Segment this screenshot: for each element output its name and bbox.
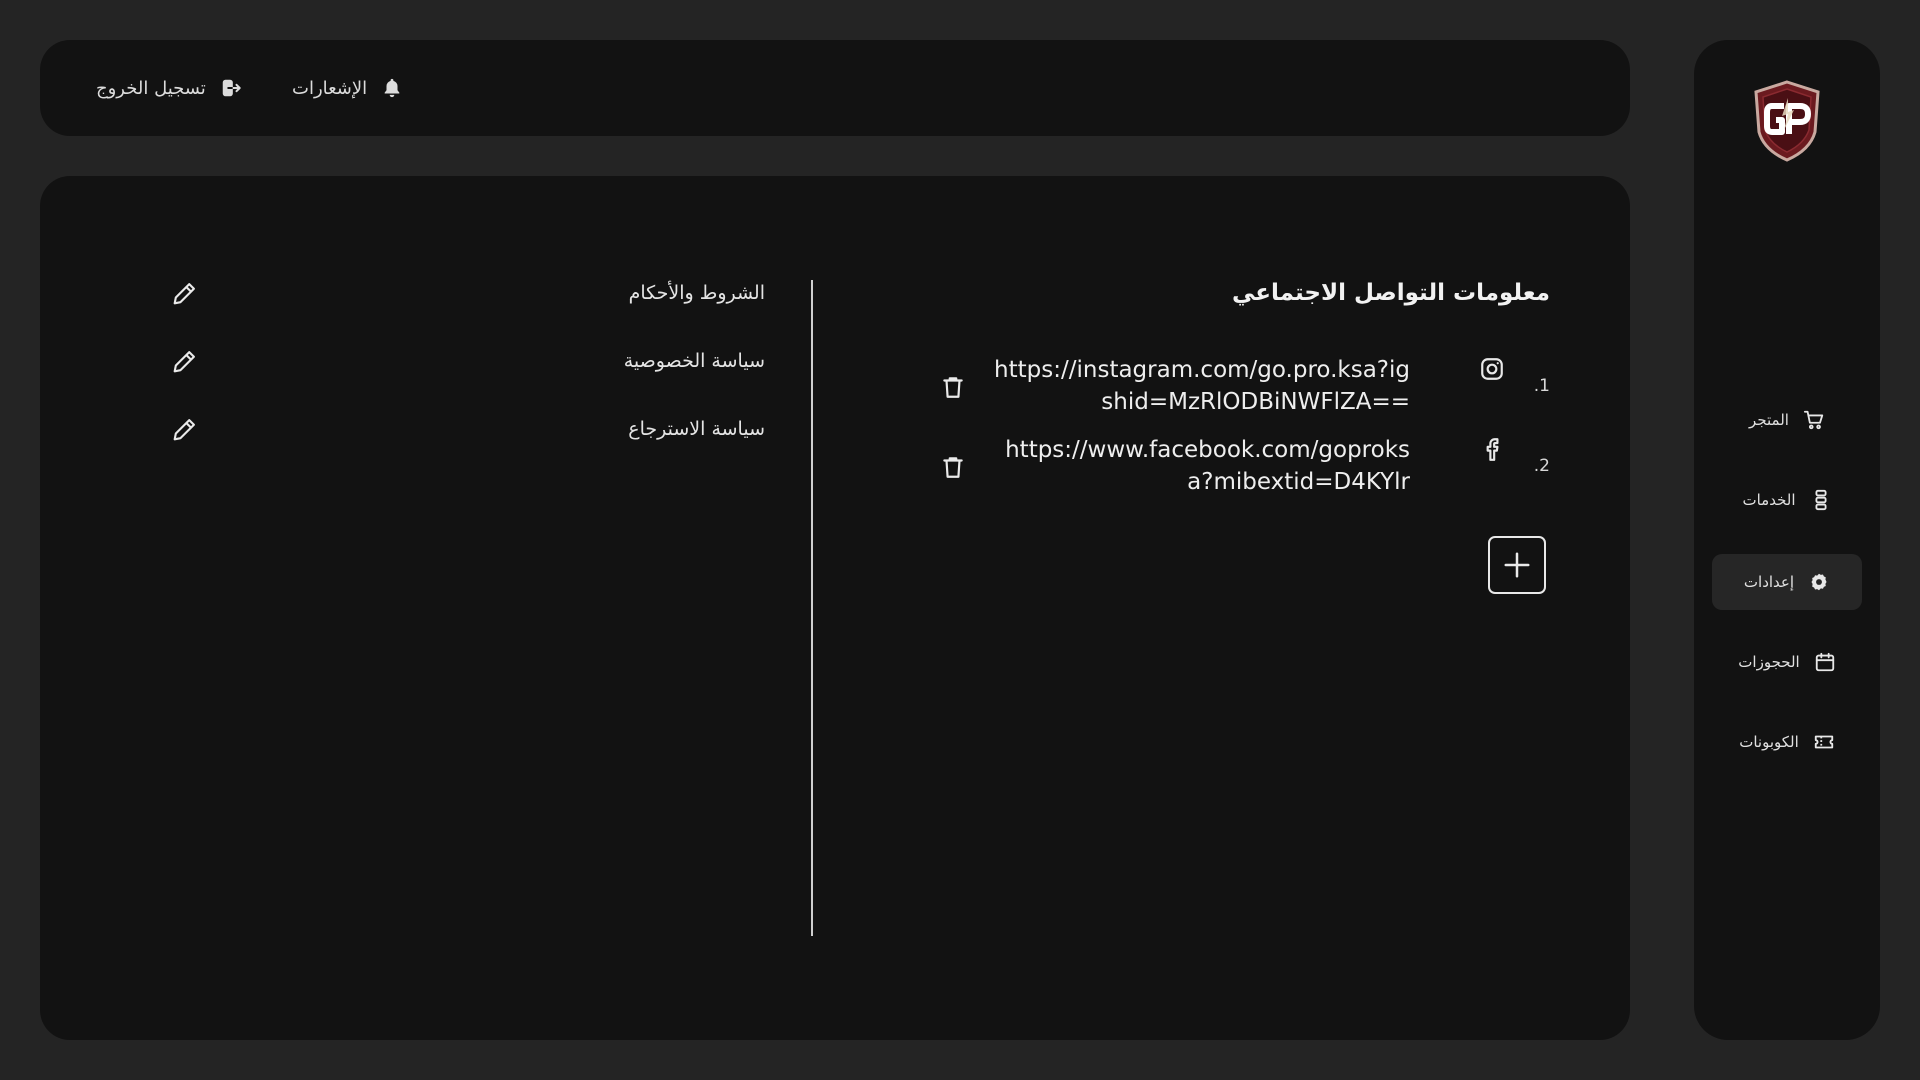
ticket-icon bbox=[1813, 731, 1835, 753]
plus-icon bbox=[1502, 550, 1532, 580]
sidebar-item-services[interactable]: الخدمات bbox=[1712, 472, 1862, 528]
logout-button[interactable]: تسجيل الخروج bbox=[96, 40, 242, 136]
social-url: https://www.facebook.com/goproksa?mibext… bbox=[1005, 437, 1410, 495]
gp-logo[interactable] bbox=[1752, 80, 1822, 162]
sidebar-item-label: المتجر bbox=[1749, 411, 1789, 429]
sidebar: المتجر الخدمات إعدادات الحجوزات الكوبونا… bbox=[1694, 40, 1880, 1040]
pencil-icon[interactable] bbox=[170, 348, 198, 376]
calendar-icon bbox=[1814, 651, 1836, 673]
row-number: .2 bbox=[1533, 456, 1550, 476]
trash-icon[interactable] bbox=[940, 454, 966, 480]
sidebar-item-store[interactable]: المتجر bbox=[1712, 392, 1862, 448]
cart-icon bbox=[1803, 409, 1825, 431]
section-divider bbox=[811, 280, 813, 936]
row-number: .1 bbox=[1533, 376, 1550, 396]
sidebar-item-label: إعدادات bbox=[1743, 573, 1795, 591]
social-link-row: .1 https://instagram.com/go.pro.ksa?igsh… bbox=[940, 354, 1550, 434]
social-url: https://instagram.com/go.pro.ksa?igshid=… bbox=[994, 357, 1410, 415]
sidebar-item-label: الحجوزات bbox=[1738, 653, 1800, 671]
sidebar-item-settings[interactable]: إعدادات bbox=[1712, 554, 1862, 610]
sidebar-item-label: الكوبونات bbox=[1739, 733, 1799, 751]
facebook-icon bbox=[1479, 436, 1505, 462]
policy-label: الشروط والأحكام bbox=[628, 282, 765, 304]
sidebar-item-label: الخدمات bbox=[1742, 491, 1796, 509]
add-social-link-button[interactable] bbox=[1488, 536, 1546, 594]
bell-icon bbox=[381, 77, 403, 99]
social-section-title: معلومات التواصل الاجتماعي bbox=[1231, 280, 1550, 306]
pencil-icon[interactable] bbox=[170, 280, 198, 308]
social-link-row: .2 https://www.facebook.com/goproksa?mib… bbox=[940, 434, 1550, 514]
settings-panel: معلومات التواصل الاجتماعي .1 https://ins… bbox=[40, 176, 1630, 1040]
sidebar-item-bookings[interactable]: الحجوزات bbox=[1712, 634, 1862, 690]
logout-icon bbox=[220, 77, 242, 99]
instagram-icon bbox=[1479, 356, 1505, 382]
logout-label: تسجيل الخروج bbox=[96, 77, 206, 99]
policy-label: سياسة الاسترجاع bbox=[628, 418, 765, 440]
policy-row-refund: سياسة الاسترجاع bbox=[170, 412, 765, 452]
server-icon bbox=[1810, 489, 1832, 511]
sidebar-item-coupons[interactable]: الكوبونات bbox=[1712, 714, 1862, 770]
policy-row-privacy: سياسة الخصوصية bbox=[170, 344, 765, 384]
trash-icon[interactable] bbox=[940, 374, 966, 400]
policy-row-terms: الشروط والأحكام bbox=[170, 276, 765, 316]
notifications-button[interactable]: الإشعارات bbox=[292, 40, 403, 136]
top-bar: الإشعارات تسجيل الخروج bbox=[40, 40, 1630, 136]
gear-icon bbox=[1808, 571, 1830, 593]
policy-label: سياسة الخصوصية bbox=[623, 350, 765, 372]
pencil-icon[interactable] bbox=[170, 416, 198, 444]
notifications-label: الإشعارات bbox=[292, 77, 368, 99]
